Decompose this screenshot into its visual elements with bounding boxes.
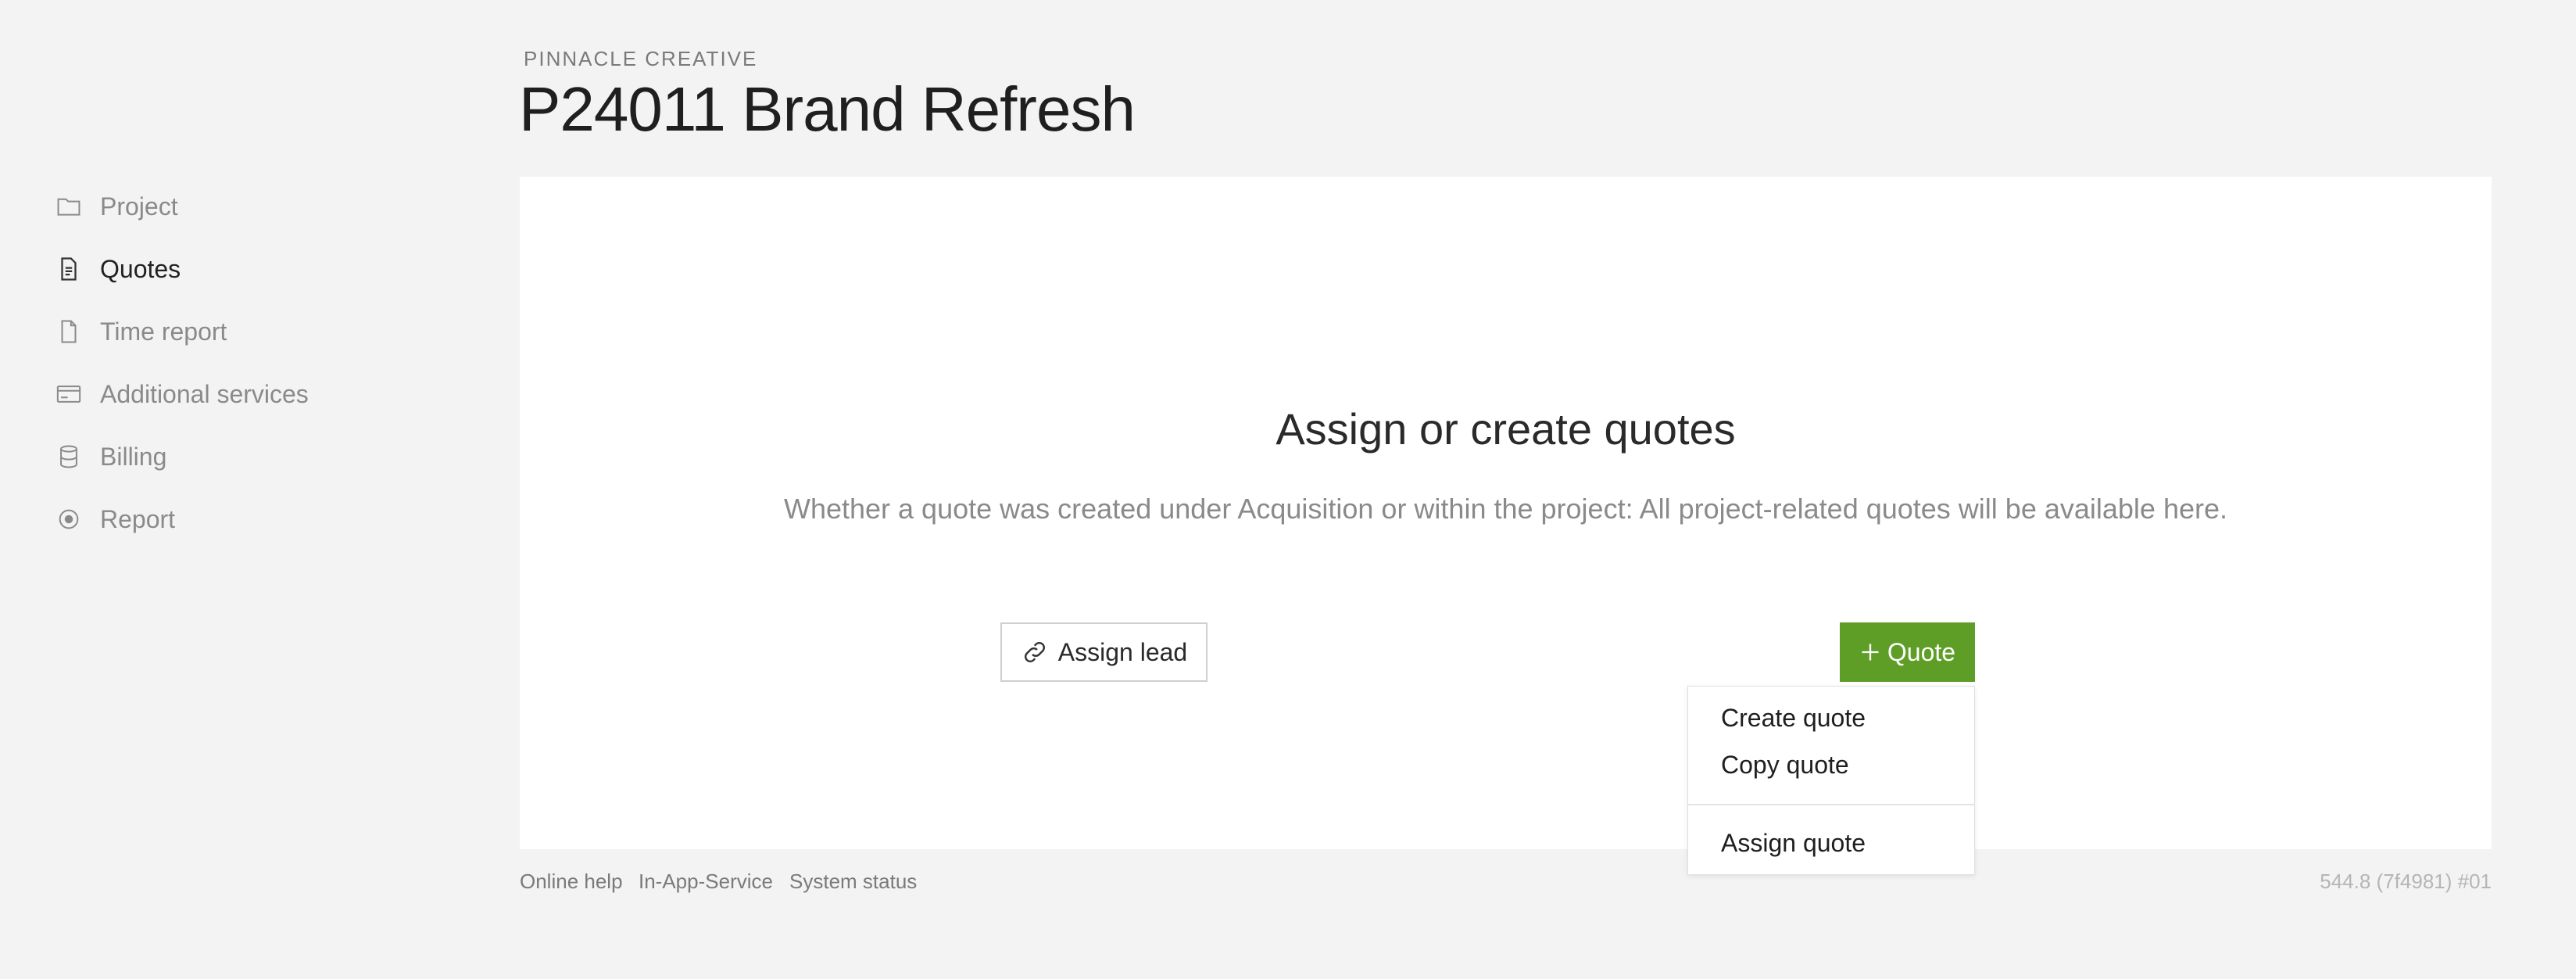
page-title: P24011 Brand Refresh xyxy=(519,74,1136,144)
target-icon xyxy=(55,505,83,533)
sidebar-item-label: Additional services xyxy=(100,379,309,408)
sidebar-item-label: Billing xyxy=(100,442,167,471)
sidebar-item-label: Time report xyxy=(100,317,227,346)
folder-icon xyxy=(55,192,83,221)
menu-divider xyxy=(1688,804,1974,805)
sidebar-item-quotes[interactable]: Quotes xyxy=(55,246,181,292)
file-icon xyxy=(55,317,83,346)
quote-document-icon xyxy=(55,255,83,283)
assign-lead-label: Assign lead xyxy=(1057,637,1188,666)
footer-link-online-help[interactable]: Online help xyxy=(520,870,623,894)
quotes-panel: Assign or create quotes Whether a quote … xyxy=(520,177,2492,849)
empty-state-title: Assign or create quotes xyxy=(1275,404,1736,454)
version-label: 544.8 (7f4981) #01 xyxy=(2320,870,2492,893)
menu-item-copy-quote[interactable]: Copy quote xyxy=(1721,751,1849,780)
sidebar: Project Quotes Time report Additional se… xyxy=(0,0,500,979)
plus-icon xyxy=(1859,641,1887,663)
sidebar-item-label: Report xyxy=(100,504,176,533)
sidebar-item-time-report[interactable]: Time report xyxy=(55,308,227,355)
footer-link-in-app-service[interactable]: In-App-Service xyxy=(639,870,773,894)
sidebar-item-additional-services[interactable]: Additional services xyxy=(55,371,309,418)
menu-item-create-quote[interactable]: Create quote xyxy=(1721,704,1866,733)
sidebar-item-billing[interactable]: Billing xyxy=(55,433,166,480)
sidebar-item-project[interactable]: Project xyxy=(55,183,178,230)
sidebar-item-label: Project xyxy=(100,192,178,221)
sidebar-item-report[interactable]: Report xyxy=(55,496,175,543)
company-name: PINNACLE CREATIVE xyxy=(524,47,758,70)
database-icon xyxy=(55,443,83,471)
add-quote-button[interactable]: Quote xyxy=(1840,622,1975,682)
quote-dropdown-menu: Create quote Copy quote Assign quote xyxy=(1687,686,1975,875)
credit-card-icon xyxy=(55,380,83,408)
empty-state-description: Whether a quote was created under Acquis… xyxy=(783,493,2228,525)
assign-lead-button[interactable]: Assign lead xyxy=(1000,622,1208,682)
footer-link-system-status[interactable]: System status xyxy=(789,870,917,894)
quote-button-label: Quote xyxy=(1887,637,1956,666)
link-icon xyxy=(1021,638,1058,666)
sidebar-item-label: Quotes xyxy=(100,254,181,283)
menu-item-assign-quote[interactable]: Assign quote xyxy=(1721,829,1866,858)
